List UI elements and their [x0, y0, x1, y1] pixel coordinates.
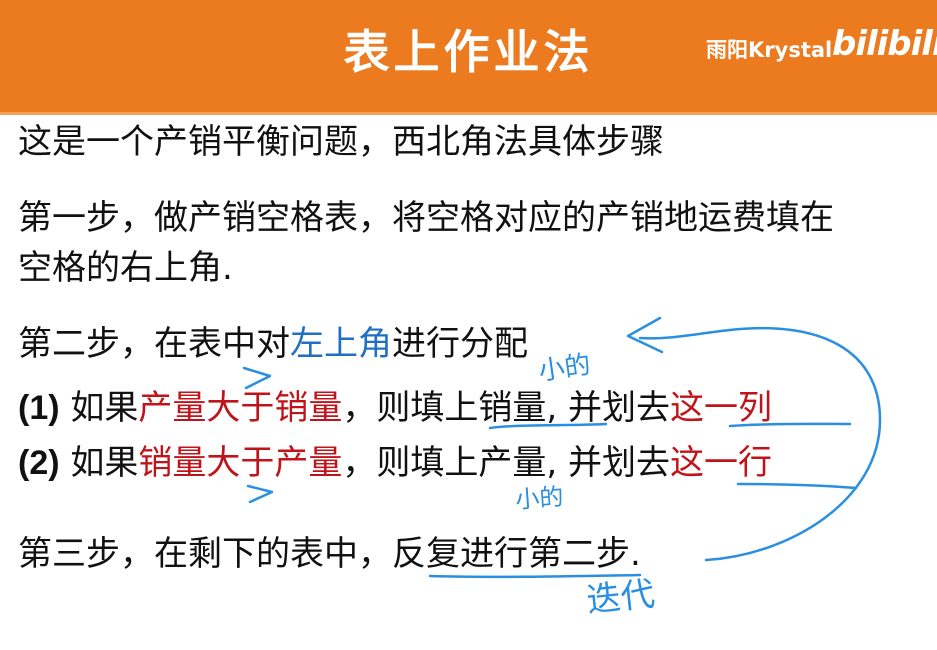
note-small-1: 小的: [537, 350, 593, 387]
rule2-condition: 销量大于产量: [138, 443, 343, 483]
rule1-text3: , 并划去: [546, 388, 670, 428]
note-small-2: 小的: [514, 483, 564, 514]
intro-line: 这是一个产销平衡问题，西北角法具体步骤: [18, 122, 664, 162]
gt-mark-rule2: [246, 484, 274, 504]
gt-mark-rule1: [242, 366, 272, 390]
rule2-line: (2) 如果销量大于产量，则填上产量, 并划去这一行: [18, 441, 772, 485]
rule1-condition: 产量大于销量: [138, 388, 343, 428]
slide-header: 表上作业法 雨阳Krystal bilibili: [0, 0, 937, 112]
rule1-line: (1) 如果产量大于销量，则填上销量, 并划去这一列: [18, 386, 772, 430]
rule1-action: 这一列: [670, 388, 772, 428]
step1-line2: 空格的右上角.: [18, 248, 233, 288]
rule2-text2: ，则填上产量: [342, 443, 547, 483]
step3-line: 第三步，在剩下的表中，反复进行第二步.: [18, 534, 641, 574]
uploader-watermark: 雨阳Krystal: [706, 38, 833, 62]
step2-highlight: 左上角: [290, 324, 392, 364]
step2-text-after: 进行分配: [392, 324, 528, 364]
loop-arrow-head: [626, 316, 664, 354]
step1-line1: 第一步，做产销空格表，将空格对应的产销地运费填在: [18, 198, 834, 238]
rule2-action: 这一行: [670, 443, 772, 483]
header-divider: [0, 112, 937, 115]
note-iterate: 迭代: [585, 574, 657, 621]
rule1-text2: ，则填上销量: [342, 388, 547, 428]
platform-logo: bilibili: [832, 24, 937, 64]
rule1-number: (1): [18, 389, 60, 427]
rule2-text3: , 并划去: [546, 443, 670, 483]
rule2-text1: 如果: [59, 443, 139, 483]
step2-line: 第二步，在表中对左上角进行分配: [18, 322, 528, 366]
step2-text-before: 第二步，在表中对: [18, 324, 290, 364]
rule2-number: (2): [18, 444, 60, 482]
rule1-text1: 如果: [59, 388, 139, 428]
